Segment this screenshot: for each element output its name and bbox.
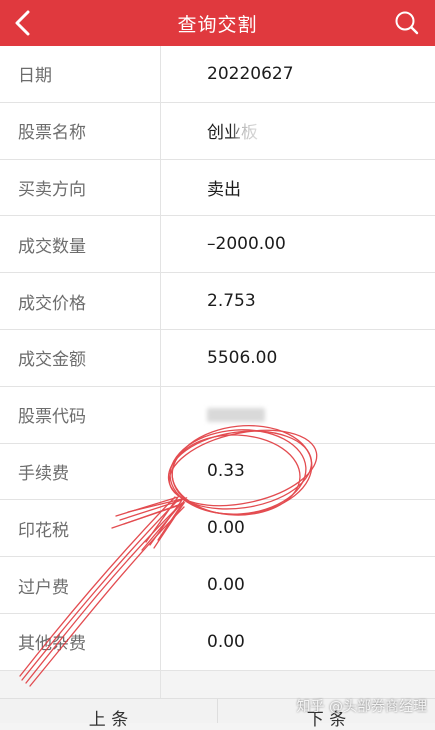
search-button[interactable]: [387, 0, 427, 46]
row-amount: 成交金额 5506.00: [0, 330, 435, 387]
row-value: 0.00: [207, 518, 245, 539]
row-date: 日期 20220627: [0, 46, 435, 103]
row-label: 成交价格: [18, 293, 86, 314]
row-value: –2000.00: [207, 234, 286, 255]
row-value: 5506.00: [207, 347, 278, 368]
row-label: 股票代码: [18, 407, 86, 428]
row-label: 印花税: [18, 520, 69, 541]
row-label: 其他杂费: [18, 634, 86, 655]
redacted-stock-code: [207, 407, 265, 422]
row-value: 卖出: [207, 179, 241, 200]
app-header: 查询交割: [0, 0, 435, 46]
row-other-fees: 其他杂费 0.00: [0, 614, 435, 671]
row-value: 创业板: [207, 103, 258, 159]
row-value: 20220627: [207, 63, 294, 84]
row-stock-name: 股票名称 创业板: [0, 103, 435, 160]
column-divider: [160, 46, 161, 698]
row-label: 股票名称: [18, 123, 86, 144]
zhihu-watermark: 知乎 @头部券商经理: [296, 699, 427, 715]
row-label: 手续费: [18, 463, 69, 484]
row-stamp-duty: 印花税 0.00: [0, 500, 435, 558]
row-label: 过户费: [18, 577, 69, 598]
row-value: 2.753: [207, 291, 256, 312]
row-quantity: 成交数量 –2000.00: [0, 216, 435, 274]
row-value: 0.00: [207, 631, 245, 652]
row-value: 0.00: [207, 575, 245, 596]
row-stock-code: 股票代码: [0, 387, 435, 444]
stock-name-text: 创业板: [207, 118, 258, 143]
row-label: 成交数量: [18, 236, 86, 257]
row-price: 成交价格 2.753: [0, 273, 435, 330]
page-title: 查询交割: [177, 13, 258, 36]
row-value: 0.33: [207, 461, 245, 482]
row-label: 日期: [18, 66, 52, 87]
row-label: 买卖方向: [18, 179, 86, 200]
row-commission: 手续费 0.33: [0, 444, 435, 501]
row-transfer-fee: 过户费 0.00: [0, 557, 435, 614]
row-direction: 买卖方向 卖出: [0, 160, 435, 217]
search-icon: [395, 11, 419, 35]
row-label: 成交金额: [18, 350, 86, 371]
prev-record-button[interactable]: 上 条: [0, 699, 217, 730]
row-value: [207, 387, 265, 443]
trade-detail-list: 日期 20220627 股票名称 创业板 买卖方向 卖出 成交数量 –2000.…: [0, 46, 435, 671]
